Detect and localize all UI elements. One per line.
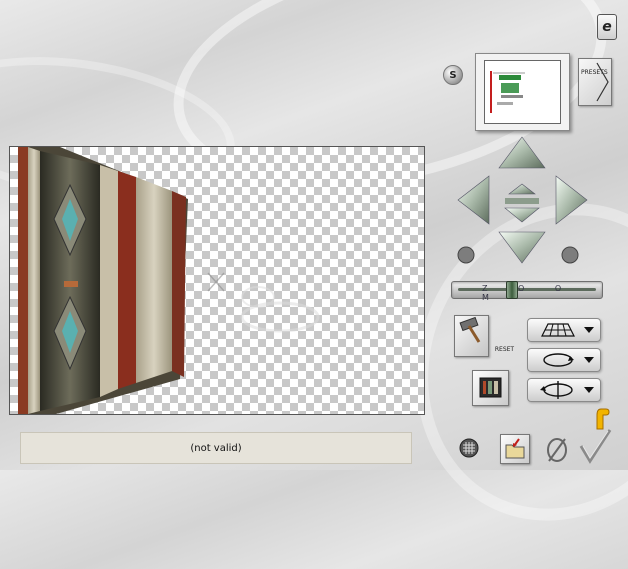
arrow-down-icon[interactable] [498,231,546,264]
hammer-icon [459,316,481,343]
rotate-horizontal-icon [543,353,574,367]
presets-button[interactable]: PRESETS [578,58,612,106]
rotate-vertical-icon [540,381,573,399]
chevron-right-icon [596,62,609,102]
s-indicator[interactable]: S [443,65,463,85]
reset-button[interactable]: RESET [454,315,514,357]
canvas-artwork [18,147,320,414]
open-file-button[interactable] [500,434,530,464]
arrow-left-icon[interactable] [457,175,490,225]
arrow-right-icon[interactable] [555,175,588,225]
folder-open-icon [505,438,525,459]
center-down-icon[interactable] [504,207,540,223]
image-swatch-button[interactable] [472,370,509,406]
grid-icon[interactable] [459,438,479,458]
image-swatch-icon [479,377,502,398]
arrow-up-icon[interactable] [498,136,546,169]
help-icon: e [602,19,612,35]
move-controls [457,136,588,264]
preview-thumbnail [475,53,570,131]
chevron-down-icon [584,387,594,393]
checkmark-icon[interactable] [578,428,612,464]
chevron-down-icon [584,357,594,363]
cancel-icon[interactable] [544,437,570,463]
preview-graphic [490,71,525,113]
center-bar [505,198,539,204]
pointing-hand-icon[interactable] [591,405,611,431]
zoom-slider[interactable]: Z O O M [451,281,603,302]
rotate-vertical-dropdown[interactable] [527,378,601,402]
preview-image [484,60,561,124]
reset-label: RESET [494,346,515,353]
rotate-left-icon[interactable] [457,246,475,264]
s-label: S [449,69,457,81]
zoom-label: Z O O M [482,284,576,302]
chevron-down-icon [584,327,594,333]
preview-canvas[interactable] [9,146,425,415]
rotate-right-icon[interactable] [561,246,579,264]
help-button[interactable]: e [597,14,617,40]
zoom-thumb[interactable] [505,281,518,299]
center-up-icon[interactable] [508,183,536,195]
status-bar: (not valid) [20,432,412,464]
rotate-horizontal-dropdown[interactable] [527,348,601,372]
status-text: (not valid) [190,442,242,454]
perspective-mode-dropdown[interactable] [527,318,601,342]
perspective-grid-icon [541,323,575,337]
watermark [207,272,320,333]
